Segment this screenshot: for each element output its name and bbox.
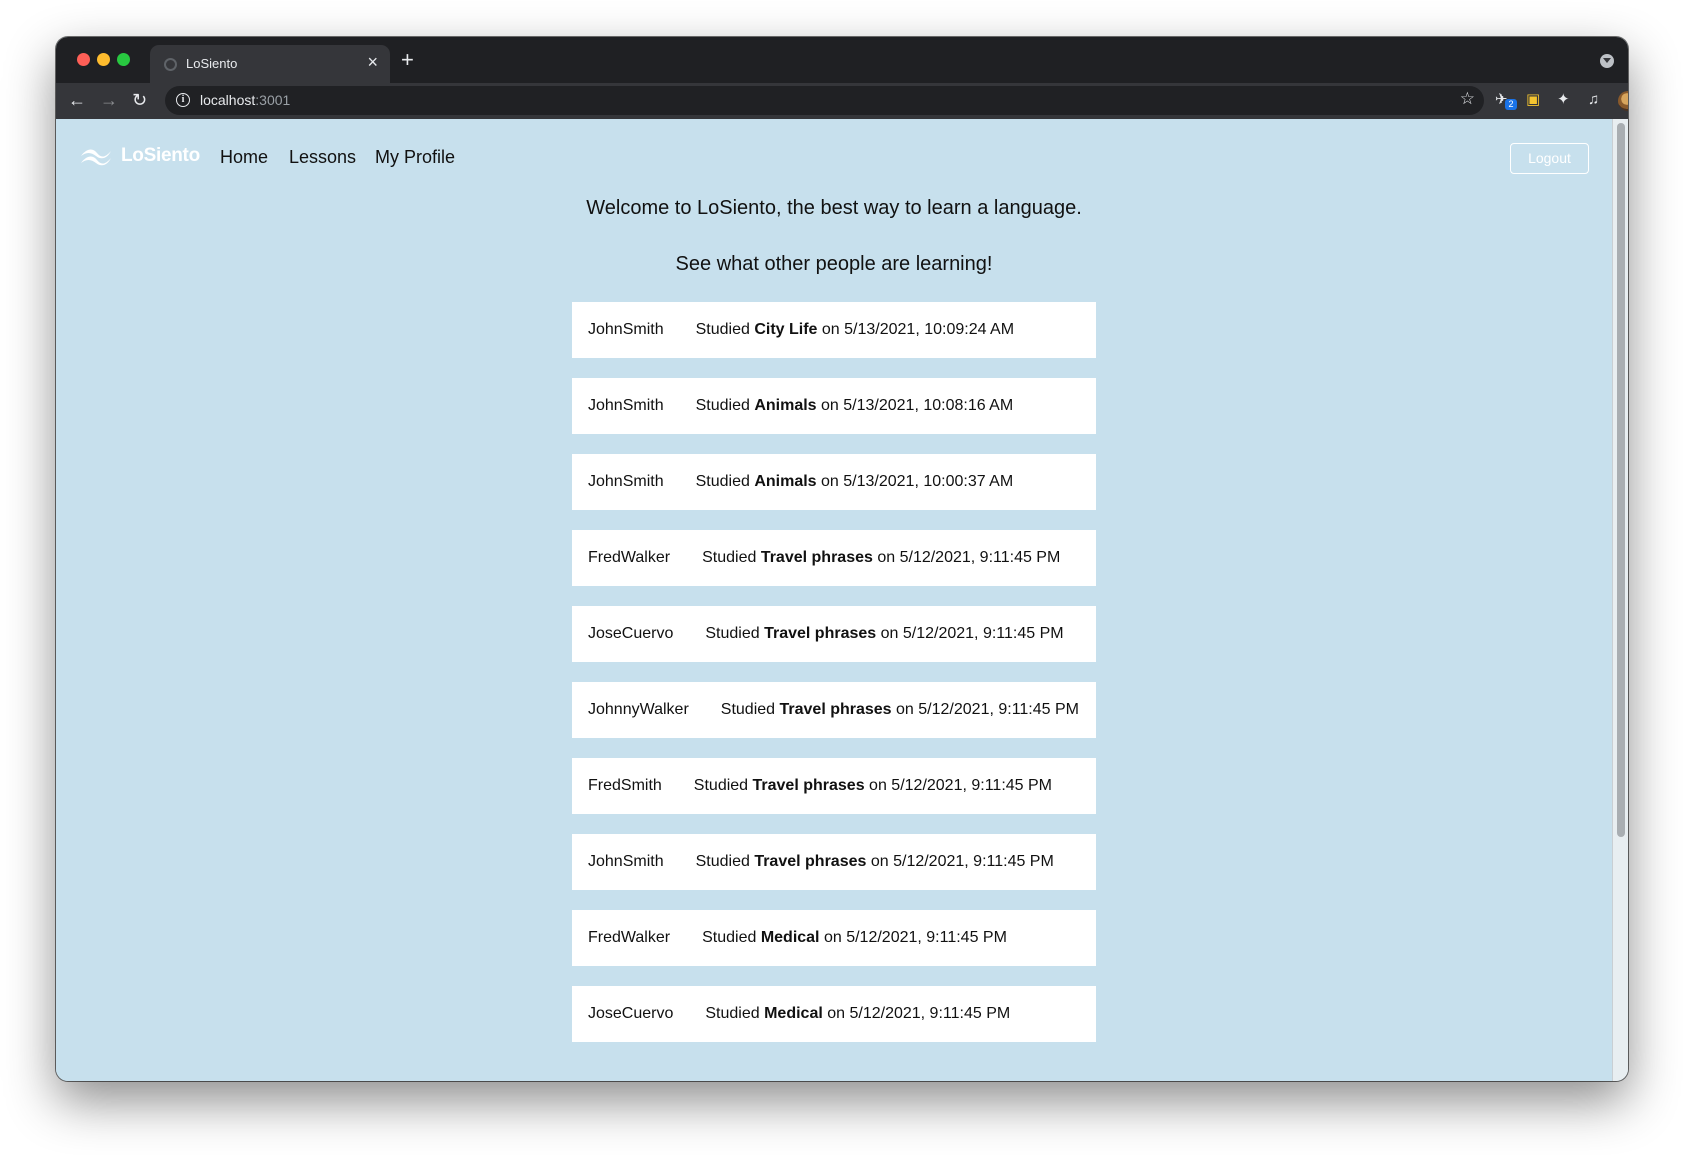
feed-lesson: Animals <box>754 397 817 414</box>
media-icon[interactable]: ♫ <box>1588 91 1599 109</box>
feed-lesson: Medical <box>764 1005 823 1022</box>
minimize-window-button[interactable] <box>97 53 110 66</box>
close-window-button[interactable] <box>77 53 90 66</box>
feed-user: FredSmith <box>588 777 662 794</box>
feed-item: JohnSmith Studied Animals on 5/13/2021, … <box>572 378 1096 434</box>
maximize-window-button[interactable] <box>117 53 130 66</box>
feed-timestamp: 5/12/2021, 9:11:45 PM <box>893 853 1054 870</box>
welcome-heading: Welcome to LoSiento, the best way to lea… <box>586 197 1082 219</box>
feed-timestamp: 5/12/2021, 9:11:45 PM <box>902 625 1064 642</box>
extension-badge: 2 <box>1505 99 1517 110</box>
feed-timestamp: 5/12/2021, 9:11:45 PM <box>846 929 1007 946</box>
tab-title: LoSiento <box>186 56 238 71</box>
feed-user: JohnSmith <box>588 321 664 338</box>
feed-lesson: Travel phrases <box>779 701 892 718</box>
info-icon[interactable]: i <box>176 93 190 107</box>
feed-item: JoseCuervo Studied Medical on 5/12/2021,… <box>572 986 1096 1042</box>
back-icon[interactable]: ← <box>68 89 86 111</box>
feed-lesson: Travel phrases <box>760 549 873 566</box>
avatar[interactable] <box>1618 91 1628 111</box>
feed-activity: Studied Medical on 5/12/2021, 9:11:45 PM <box>702 929 1007 946</box>
star-icon[interactable]: ☆ <box>1460 89 1475 109</box>
lock-icon[interactable]: ▣ <box>1526 91 1540 109</box>
feed-item: JohnSmith Studied City Life on 5/13/2021… <box>572 302 1096 358</box>
brand[interactable]: LoSiento <box>79 145 200 167</box>
feed-lesson: Travel phrases <box>754 853 867 870</box>
tab-strip: LoSiento × + <box>56 37 1628 83</box>
feed-timestamp: 5/12/2021, 9:11:45 PM <box>891 777 1053 794</box>
feed-item: FredWalker Studied Travel phrases on 5/1… <box>572 530 1096 586</box>
reload-icon[interactable]: ↻ <box>132 89 147 111</box>
site-navbar: LoSiento Home Lessons My Profile Logout <box>56 119 1612 199</box>
feed-user: JohnSmith <box>588 473 664 490</box>
feed-lesson: City Life <box>754 321 818 338</box>
feed-lesson: Medical <box>760 929 820 946</box>
globe-icon <box>164 58 177 71</box>
browser-tab[interactable]: LoSiento × <box>150 45 390 83</box>
address-bar[interactable]: i localhost:3001 ☆ <box>165 86 1484 115</box>
feed-activity: Studied Medical on 5/12/2021, 9:11:45 PM <box>705 1005 1011 1022</box>
feed-item: JohnSmith Studied Travel phrases on 5/12… <box>572 834 1096 890</box>
feed-item: JohnSmith Studied Animals on 5/13/2021, … <box>572 454 1096 510</box>
nav-link-my-profile[interactable]: My Profile <box>375 147 455 168</box>
feed-timestamp: 5/12/2021, 9:11:45 PM <box>899 549 1061 566</box>
feed-activity: Studied Travel phrases on 5/12/2021, 9:1… <box>705 625 1064 642</box>
feed-timestamp: 5/13/2021, 10:00:37 AM <box>843 473 1014 490</box>
feed-activity: Studied Travel phrases on 5/12/2021, 9:1… <box>720 701 1079 718</box>
feed-user: JohnSmith <box>588 397 664 414</box>
feed-activity: Studied Travel phrases on 5/12/2021, 9:1… <box>702 549 1061 566</box>
feed-user: JohnSmith <box>588 853 664 870</box>
wave-logo-icon <box>81 149 111 166</box>
activity-feed: JohnSmith Studied City Life on 5/13/2021… <box>572 302 1096 1062</box>
scrollbar[interactable] <box>1612 119 1628 1081</box>
feed-timestamp: 5/12/2021, 9:11:45 PM <box>849 1005 1011 1022</box>
feed-timestamp: 5/13/2021, 10:08:16 AM <box>843 397 1014 414</box>
feed-activity: Studied Travel phrases on 5/12/2021, 9:1… <box>695 853 1054 870</box>
feed-activity: Studied Travel phrases on 5/12/2021, 9:1… <box>693 777 1053 794</box>
feed-activity: Studied Animals on 5/13/2021, 10:08:16 A… <box>695 397 1014 414</box>
activity-subheading: See what other people are learning! <box>675 253 993 275</box>
tab-search-icon[interactable] <box>1600 54 1614 68</box>
logout-button[interactable]: Logout <box>1510 143 1589 174</box>
feed-lesson: Travel phrases <box>764 625 877 642</box>
feed-user: FredWalker <box>588 929 671 946</box>
plus-icon[interactable]: + <box>401 49 414 71</box>
feed-user: JohnnyWalker <box>588 701 689 718</box>
feed-user: JoseCuervo <box>588 625 674 642</box>
close-icon[interactable]: × <box>367 53 378 71</box>
feed-lesson: Animals <box>754 473 817 490</box>
forward-icon[interactable]: → <box>100 89 118 111</box>
url-text: localhost:3001 <box>200 92 291 108</box>
feed-timestamp: 5/12/2021, 9:11:45 PM <box>918 701 1079 718</box>
feed-activity: Studied Animals on 5/13/2021, 10:00:37 A… <box>695 473 1014 490</box>
browser-window: LoSiento × + ← → ↻ i localhost:3001 ☆ ✈ 2… <box>56 37 1628 1081</box>
feed-user: JoseCuervo <box>588 1005 674 1022</box>
feed-timestamp: 5/13/2021, 10:09:24 AM <box>844 321 1015 338</box>
browser-toolbar: ← → ↻ i localhost:3001 ☆ ✈2 ▣ ✦ ♫ ⋮ <box>56 83 1628 119</box>
feed-item: JohnnyWalker Studied Travel phrases on 5… <box>572 682 1096 738</box>
feed-item: FredWalker Studied Medical on 5/12/2021,… <box>572 910 1096 966</box>
feed-user: FredWalker <box>588 549 671 566</box>
brand-name: LoSiento <box>121 145 200 166</box>
nav-link-lessons[interactable]: Lessons <box>289 147 356 168</box>
feed-activity: Studied City Life on 5/13/2021, 10:09:24… <box>695 321 1015 338</box>
nav-link-home[interactable]: Home <box>220 147 268 168</box>
feed-item: JoseCuervo Studied Travel phrases on 5/1… <box>572 606 1096 662</box>
feed-item: FredSmith Studied Travel phrases on 5/12… <box>572 758 1096 814</box>
puzzle-icon[interactable]: ✦ <box>1557 91 1570 109</box>
feed-lesson: Travel phrases <box>752 777 865 794</box>
page-content: LoSiento Home Lessons My Profile Logout … <box>56 119 1612 1081</box>
scrollbar-thumb[interactable] <box>1617 123 1625 837</box>
extension-icon[interactable]: ✈ 2 <box>1495 91 1517 110</box>
